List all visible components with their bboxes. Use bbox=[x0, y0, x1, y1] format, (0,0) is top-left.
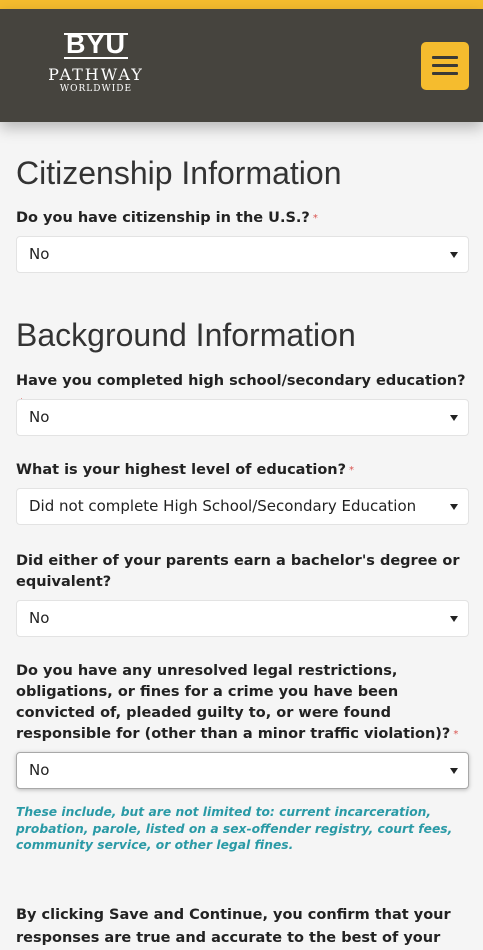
dropdown-caret-icon bbox=[450, 616, 458, 622]
legal-help-text: These include, but are not limited to: c… bbox=[16, 805, 453, 852]
highschool-select[interactable]: No bbox=[16, 399, 469, 436]
citizenship-select[interactable]: No bbox=[16, 236, 469, 273]
dropdown-caret-icon bbox=[450, 768, 458, 774]
dropdown-caret-icon bbox=[450, 504, 458, 510]
education-level-select[interactable]: Did not complete High School/Secondary E… bbox=[16, 488, 469, 525]
top-accent-stripe bbox=[0, 0, 483, 9]
legal-select[interactable]: No bbox=[16, 752, 469, 789]
required-marker: * bbox=[312, 213, 318, 224]
site-header: BYU PATHWAY WORLDWIDE bbox=[0, 9, 483, 122]
confirm-statement: By clicking Save and Continue, you confi… bbox=[16, 907, 451, 946]
byu-pathway-logo[interactable]: BYU PATHWAY WORLDWIDE bbox=[44, 31, 148, 95]
citizenship-question-label: Do you have citizenship in the U.S.? * bbox=[16, 210, 318, 226]
citizenship-section-title: Citizenship Information bbox=[16, 155, 342, 191]
parents-degree-select[interactable]: No bbox=[16, 600, 469, 637]
parents-degree-question-label: Did either of your parents earn a bachel… bbox=[16, 553, 460, 590]
dropdown-caret-icon bbox=[450, 415, 458, 421]
logo-worldwide-text: WORLDWIDE bbox=[59, 84, 133, 94]
logo-byu-text: BYU bbox=[62, 31, 130, 59]
required-marker: * bbox=[453, 729, 459, 740]
hamburger-menu-button[interactable] bbox=[421, 42, 469, 90]
background-section-title: Background Information bbox=[16, 317, 356, 353]
education-level-question-label: What is your highest level of education?… bbox=[16, 462, 355, 478]
hamburger-menu-icon bbox=[432, 56, 458, 59]
logo-pathway-text: PATHWAY bbox=[48, 65, 144, 84]
dropdown-caret-icon bbox=[450, 252, 458, 258]
legal-question-label: Do you have any unresolved legal restric… bbox=[16, 663, 459, 742]
required-marker: * bbox=[349, 465, 355, 476]
